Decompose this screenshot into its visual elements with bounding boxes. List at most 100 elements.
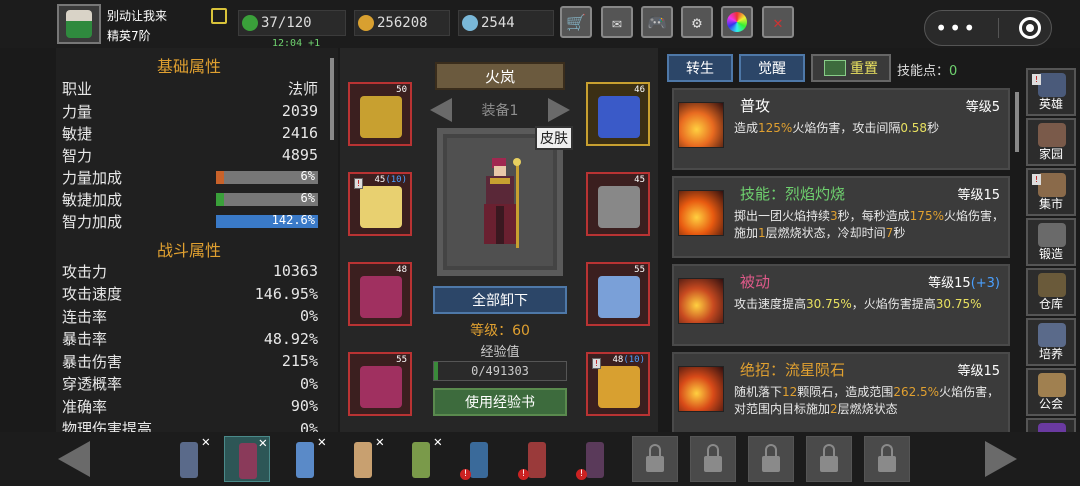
nav-2[interactable]: ! 集市	[1026, 168, 1076, 216]
more-icon[interactable]: •••	[935, 18, 977, 38]
skills-scrollbar[interactable]	[1015, 92, 1019, 152]
roster-prev-arrow-icon[interactable]	[58, 441, 90, 477]
nav-icon	[1038, 223, 1066, 247]
close-miniprogram-icon[interactable]	[1018, 17, 1041, 39]
legs-icon	[360, 276, 402, 318]
stat-row: 连击率 0%	[62, 307, 318, 326]
lock-icon	[704, 444, 722, 472]
skill-card[interactable]: 技能：烈焰灼烧 等级15 掷出一团火焰持续3秒，每秒造成175%火焰伤害，施加1…	[672, 176, 1010, 258]
reset-icon	[824, 60, 846, 76]
remove-icon: ✕	[201, 434, 210, 450]
helmet-icon	[360, 96, 402, 138]
hero-level: 等级：60	[470, 323, 530, 339]
bonus-bar: 6%	[216, 169, 318, 184]
mail-button[interactable]: ✉	[601, 6, 633, 38]
stamina-counter[interactable]: 37/120	[238, 10, 346, 36]
roster-hero[interactable]: !	[572, 436, 618, 482]
stat-row: 智力 4895	[62, 146, 318, 165]
roster-hero[interactable]: !	[456, 436, 502, 482]
remove-icon: ✕	[258, 435, 267, 451]
alert-icon: !	[576, 469, 587, 480]
skill-card[interactable]: 绝招：流星陨石 等级15 随机落下12颗陨石，造成范围262.5%火焰伤害，对范…	[672, 352, 1010, 434]
gamepad-icon: 🎮	[647, 12, 667, 32]
color-button[interactable]	[721, 6, 753, 38]
locked-slot[interactable]	[864, 436, 910, 482]
roster-hero[interactable]: ✕	[166, 434, 212, 482]
roster-hero[interactable]: ✕	[340, 434, 386, 482]
locked-slot[interactable]	[690, 436, 736, 482]
equip-slot-blade[interactable]: 55	[586, 262, 650, 326]
skill-name: 被动	[740, 273, 771, 291]
hero-sprite-icon	[586, 442, 604, 478]
gamepad-button[interactable]: 🎮	[641, 6, 673, 38]
flame-icon	[678, 102, 724, 148]
nav-icon	[1038, 323, 1066, 347]
lock-icon	[646, 444, 664, 472]
nav-3[interactable]: 锻造	[1026, 218, 1076, 266]
nav-6[interactable]: 公会	[1026, 368, 1076, 416]
flame-icon	[678, 366, 724, 412]
nav-5[interactable]: 培养	[1026, 318, 1076, 366]
skill-level: 等级15(+3)	[928, 276, 1000, 291]
roster-hero[interactable]: !	[514, 436, 560, 482]
next-set-arrow-icon[interactable]	[547, 98, 570, 122]
remove-icon: ✕	[375, 434, 384, 450]
settings-button[interactable]: ⚙	[681, 6, 713, 38]
nav-0[interactable]: ! 英雄	[1026, 68, 1076, 116]
stat-row: 暴击率 48.92%	[62, 329, 318, 349]
nav-1[interactable]: 家园	[1026, 118, 1076, 166]
use-exp-book-button[interactable]: 使用经验书	[433, 388, 567, 416]
equip-slot-cape[interactable]: 45(10)!	[348, 172, 412, 236]
upgrade-alert-icon: !	[354, 178, 363, 189]
gem-counter[interactable]: 2544	[458, 10, 554, 36]
stats-panel: 基础属性 职业 法师 力量 2039 敏捷 2416 智力 4895 力量加成 6% 敏捷加成…	[56, 48, 338, 432]
skin-button[interactable]: 皮肤	[535, 126, 573, 150]
skill-card[interactable]: 普攻 等级5 造成125%火焰伤害，攻击间隔0.58秒	[672, 88, 1010, 170]
color-wheel-icon	[727, 12, 747, 32]
roster-next-arrow-icon[interactable]	[985, 441, 1017, 477]
prev-set-arrow-icon[interactable]	[430, 98, 452, 122]
hero-name-banner: 火岚	[435, 62, 565, 90]
tab-awaken[interactable]: 觉醒	[739, 54, 805, 82]
skill-description: 随机落下12颗陨石，造成范围262.5%火焰伤害，对范围内目标施加2层燃烧状态	[734, 385, 1000, 416]
alert-icon: !	[518, 469, 529, 480]
locked-slot[interactable]	[806, 436, 852, 482]
locked-slot[interactable]	[748, 436, 794, 482]
player-avatar[interactable]	[57, 4, 101, 44]
locked-slot[interactable]	[632, 436, 678, 482]
player-rank: 精英7阶	[107, 29, 151, 43]
lightning-icon	[242, 15, 258, 31]
equip-slot-helmet[interactable]: 50	[348, 82, 412, 146]
flame-icon	[678, 278, 724, 324]
gold-counter[interactable]: 256208	[354, 10, 450, 36]
skill-card[interactable]: 被动 等级15(+3) 攻击速度提高30.75%，火焰伤害提高30.75%	[672, 264, 1010, 346]
gear-icon: ⚙	[692, 12, 702, 32]
unequip-all-button[interactable]: 全部卸下	[433, 286, 567, 314]
tab-rebirth[interactable]: 转生	[667, 54, 733, 82]
bonus-bar: 142.6%	[216, 213, 318, 228]
equip-slot-staff[interactable]: 48(10)!	[586, 352, 650, 416]
stats-scrollbar[interactable]	[330, 58, 334, 140]
stat-row: 准确率 90%	[62, 397, 318, 416]
nav-4[interactable]: 仓库	[1026, 268, 1076, 316]
stat-row: 力量 2039	[62, 102, 318, 121]
special-button[interactable]: ✕	[762, 6, 794, 38]
equip-slot-boots[interactable]: 55	[348, 352, 412, 416]
stat-row: 敏捷 2416	[62, 124, 318, 143]
roster-hero[interactable]: ✕	[224, 435, 270, 482]
equip-slot-gauntlet[interactable]: 45	[586, 172, 650, 236]
skill-level: 等级15	[957, 364, 1000, 379]
roster-hero[interactable]: ✕	[398, 434, 444, 482]
boots-icon	[360, 366, 402, 408]
equip-slot-amulet[interactable]: 46	[586, 82, 650, 146]
tab-reset[interactable]: 重置	[811, 54, 891, 82]
roster-hero[interactable]: ✕	[282, 434, 328, 482]
equip-set-nav: 装备1	[430, 96, 570, 124]
shop-button[interactable]: 🛒	[560, 6, 592, 38]
stamina-value: 37/120	[261, 15, 312, 31]
amulet-icon	[598, 96, 640, 138]
nav-icon	[1038, 173, 1066, 197]
equip-slot-legs[interactable]: 48	[348, 262, 412, 326]
lock-icon	[878, 444, 896, 472]
edit-name-icon[interactable]	[211, 8, 227, 24]
